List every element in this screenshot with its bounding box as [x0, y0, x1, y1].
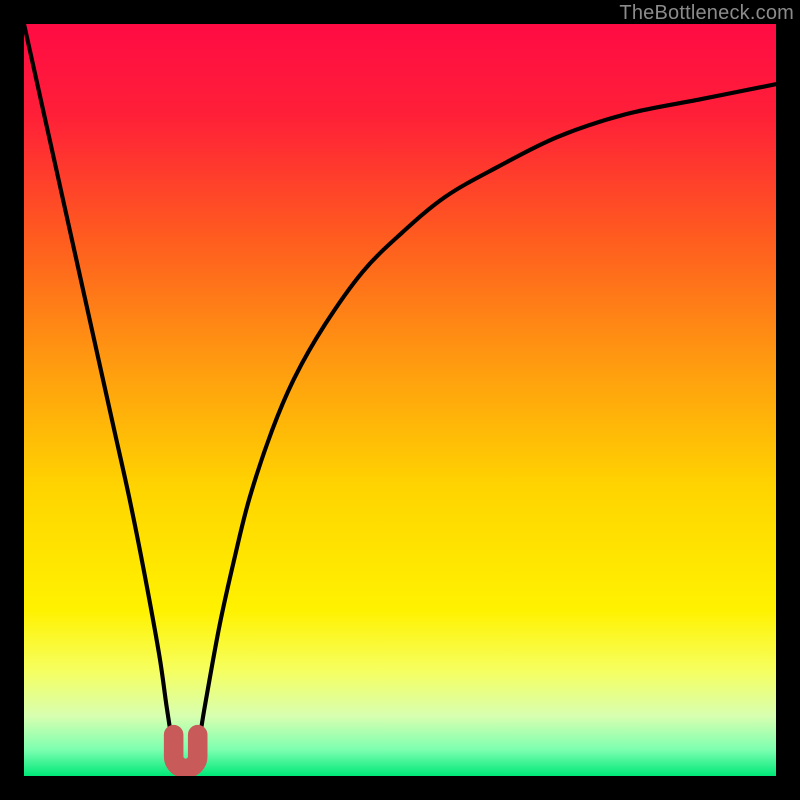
- watermark-text: TheBottleneck.com: [619, 2, 794, 25]
- plot-area: [24, 24, 776, 776]
- outer-frame: TheBottleneck.com: [0, 0, 800, 800]
- optimum-marker: [174, 735, 198, 769]
- chart-svg: [24, 24, 776, 776]
- bottleneck-curve: [24, 24, 776, 776]
